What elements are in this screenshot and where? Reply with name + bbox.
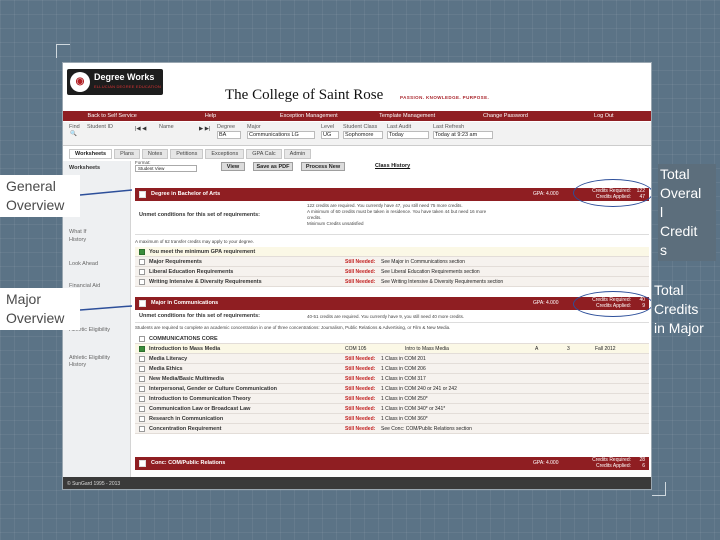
- total-major-line: Credits: [654, 301, 699, 317]
- total-credits-line: Total: [660, 166, 690, 182]
- major-overview-label: Major Overview: [0, 288, 80, 330]
- general-overview-arrow: [79, 189, 133, 196]
- total-major-line: Total: [654, 282, 684, 298]
- general-overview-label: General Overview: [0, 175, 80, 217]
- total-credits-in-major-label: Total Credits in Major: [654, 281, 718, 338]
- total-credits-label: Total Overal l Credit s: [658, 164, 716, 261]
- total-credits-line: l: [660, 204, 664, 220]
- total-credits-line: Overal: [660, 185, 702, 201]
- total-credits-line: s: [660, 242, 667, 258]
- total-major-line: in Major: [654, 320, 704, 336]
- major-overview-arrow: [79, 305, 133, 311]
- annotation-arrows: [79, 189, 133, 311]
- total-credits-line: Credit: [660, 223, 698, 239]
